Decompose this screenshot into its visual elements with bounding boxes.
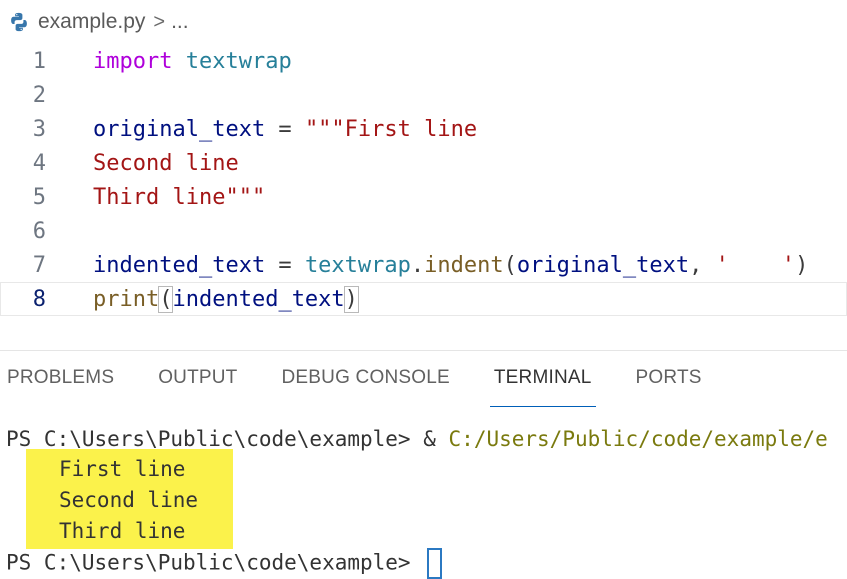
line-number: 8 [32,286,46,312]
bottom-panel: PROBLEMS OUTPUT DEBUG CONSOLE TERMINAL P… [0,350,847,579]
code-editor[interactable]: 1 import textwrap 2 3 original_text = ""… [0,44,847,344]
line-number: 6 [32,218,46,244]
terminal-amp: & [423,427,449,451]
string-literal: ' ' [715,252,796,278]
panel-tabs: PROBLEMS OUTPUT DEBUG CONSOLE TERMINAL P… [0,351,847,407]
code-line-4[interactable]: 4 Second line [0,146,847,180]
line-number: 7 [32,252,46,278]
paren-open: ( [503,252,517,278]
breadcrumb-separator: > [153,10,166,33]
comma: , [689,252,716,278]
operator: = [265,252,305,278]
string-literal: """First line [304,116,478,142]
code-line-8[interactable]: 8 print(indented_text) [0,282,847,316]
python-file-icon [11,12,27,32]
line-number: 4 [32,150,46,176]
breadcrumb-file[interactable]: example.py [38,10,145,34]
terminal-output-line: Second line [59,488,199,512]
module-name: textwrap [185,48,292,74]
tab-ports[interactable]: PORTS [636,367,702,389]
dot: . [410,252,425,278]
tab-output[interactable]: OUTPUT [158,367,237,389]
breadcrumb: example.py > ... [0,0,847,44]
line-number: 5 [32,184,46,210]
breadcrumb-more[interactable]: ... [171,10,189,34]
tab-debug-console[interactable]: DEBUG CONSOLE [282,367,450,389]
function-name: print [93,286,160,312]
terminal-command-path: C:/Users/Public/code/example/e [448,427,828,451]
argument: original_text [516,252,690,278]
code-line-2[interactable]: 2 [0,78,847,112]
operator: = [265,116,305,142]
terminal-output-line: First line [59,457,186,481]
code-line-7[interactable]: 7 indented_text = textwrap.indent(origin… [0,248,847,282]
module-name: textwrap [304,252,411,278]
terminal-prompt: PS C:\Users\Public\code\example> [6,550,424,575]
code-line-6[interactable]: 6 [0,214,847,248]
paren-close: ) [343,285,359,313]
paren-close: ) [795,252,809,278]
code-line-3[interactable]: 3 original_text = """First line [0,112,847,146]
keyword-import: import [93,48,173,74]
argument: indented_text [172,286,345,312]
terminal-output-line: Third line [59,519,186,543]
terminal-command-line: PS C:\Users\Public\code\example> & C:/Us… [6,427,828,451]
tab-terminal[interactable]: TERMINAL [489,367,596,407]
code-line-5[interactable]: 5 Third line""" [0,180,847,214]
paren-open: ( [158,285,174,313]
line-number: 3 [32,116,46,142]
line-number: 1 [32,48,46,74]
variable-name: original_text [93,116,266,142]
function-name: indent [424,252,504,278]
terminal-prompt-line: PS C:\Users\Public\code\example> [6,548,443,579]
string-literal: Second line [93,150,239,176]
code-line-1[interactable]: 1 import textwrap [0,44,847,78]
line-number: 2 [32,82,46,108]
variable-name: indented_text [93,252,266,278]
terminal-cursor [427,548,443,579]
string-literal: Third line""" [93,184,266,210]
tab-problems[interactable]: PROBLEMS [7,367,114,389]
terminal-prompt: PS C:\Users\Public\code\example> [6,427,424,451]
